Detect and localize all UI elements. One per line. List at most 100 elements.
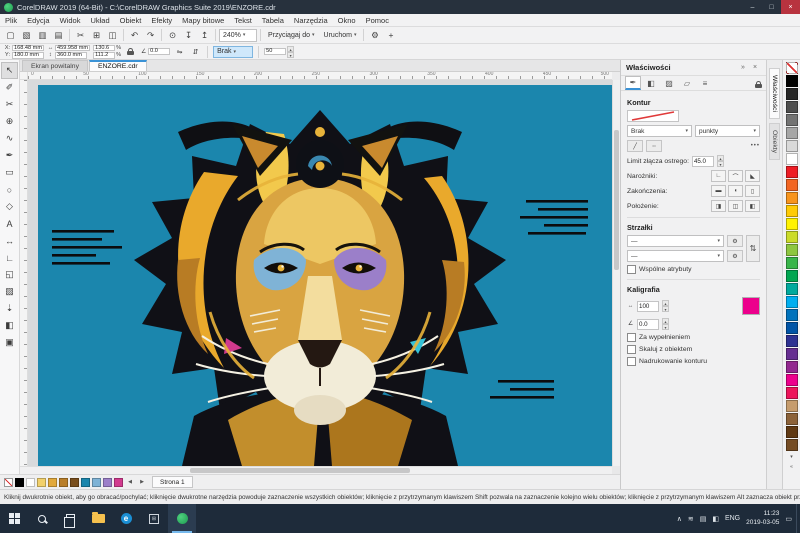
steps-spinner[interactable]: ▴▾ bbox=[287, 46, 294, 58]
battery-icon[interactable]: ◧ bbox=[712, 515, 719, 523]
round-cap-button[interactable]: ◖ bbox=[728, 185, 743, 197]
menu-tabela[interactable]: Tabela bbox=[257, 14, 289, 27]
network-icon[interactable]: ≋ bbox=[688, 515, 694, 523]
document-swatch[interactable] bbox=[103, 478, 112, 487]
palette-swatch[interactable] bbox=[786, 322, 798, 334]
mirror-horizontal-button[interactable]: ⇋ bbox=[173, 45, 186, 58]
miter-limit-field[interactable]: 45.0 bbox=[692, 156, 714, 167]
paste-button[interactable]: ◫ bbox=[105, 28, 120, 43]
canvas-artwork[interactable] bbox=[28, 80, 612, 466]
interactive-fill-tool[interactable]: ◧ bbox=[1, 317, 18, 334]
new-document-button[interactable]: ▢ bbox=[3, 28, 18, 43]
browser-button[interactable]: e bbox=[112, 504, 140, 533]
stretch-field[interactable]: 100 bbox=[637, 301, 659, 312]
tray-expand-button[interactable]: ∧ bbox=[677, 515, 682, 523]
pick-tool[interactable]: ↖ bbox=[1, 62, 18, 79]
open-button[interactable]: ▧ bbox=[19, 28, 34, 43]
drawing-canvas[interactable] bbox=[28, 80, 612, 466]
menu-mapy-bitowe[interactable]: Mapy bitowe bbox=[177, 14, 229, 27]
menu-widok[interactable]: Widok bbox=[55, 14, 86, 27]
search-button[interactable]: ⊙ bbox=[165, 28, 180, 43]
import-button[interactable]: ↧ bbox=[181, 28, 196, 43]
freehand-tool[interactable]: ∿ bbox=[1, 130, 18, 147]
outline-units-combo[interactable]: punkty ▾ bbox=[695, 125, 760, 137]
palette-scroll-down-button[interactable]: ▾ bbox=[786, 452, 798, 462]
coreldraw-taskbar-button[interactable] bbox=[168, 504, 196, 533]
menu-narzedzia[interactable]: Narzędzia bbox=[289, 14, 333, 27]
inside-position-button[interactable]: ◧ bbox=[745, 200, 760, 212]
options-button[interactable]: ⚙ bbox=[367, 28, 382, 43]
ellipse-tool[interactable]: ○ bbox=[1, 181, 18, 198]
document-swatch[interactable] bbox=[70, 478, 79, 487]
palette-swatch[interactable] bbox=[786, 127, 798, 139]
file-explorer-button[interactable] bbox=[84, 504, 112, 533]
outline-width-combo[interactable]: Brak ▾ bbox=[627, 125, 692, 137]
x-position-field[interactable]: 168.48 mm bbox=[12, 45, 44, 52]
launch-combo[interactable]: Uruchom ▾ bbox=[320, 29, 361, 42]
close-button[interactable]: × bbox=[781, 0, 800, 14]
palette-swatch[interactable] bbox=[786, 75, 798, 87]
palette-swatch[interactable] bbox=[786, 205, 798, 217]
volume-icon[interactable]: ▤ bbox=[700, 515, 707, 523]
palette-swatch[interactable] bbox=[786, 335, 798, 347]
task-view-button[interactable] bbox=[56, 504, 84, 533]
palette-swatch[interactable] bbox=[786, 140, 798, 152]
no-color-swatch[interactable] bbox=[4, 478, 13, 487]
lock-ratio-button[interactable] bbox=[124, 45, 137, 58]
parallel-dimension-tool[interactable]: ↔ bbox=[1, 232, 18, 249]
palette-swatch[interactable] bbox=[786, 374, 798, 386]
summary-section-tab[interactable]: ≡ bbox=[697, 76, 713, 90]
steps-field[interactable]: 50 bbox=[264, 48, 286, 55]
copy-button[interactable]: ⊞ bbox=[89, 28, 104, 43]
ruler-origin-corner[interactable] bbox=[20, 72, 28, 80]
share-attributes-checkbox[interactable] bbox=[627, 265, 636, 274]
document-swatch[interactable] bbox=[114, 478, 123, 487]
palette-swatch[interactable] bbox=[786, 309, 798, 321]
properties-docker-tab[interactable]: Właściwości bbox=[769, 68, 780, 119]
zoom-level-combo[interactable]: 240% ▾ bbox=[219, 29, 257, 42]
end-arrowhead-combo[interactable]: — ▾ bbox=[627, 250, 724, 262]
minimize-button[interactable]: – bbox=[743, 0, 762, 14]
mirror-vertical-button[interactable]: ⇵ bbox=[189, 45, 202, 58]
text-tool[interactable]: A bbox=[1, 215, 18, 232]
nib-angle-field[interactable]: 0.0 bbox=[637, 319, 659, 330]
artistic-media-tool[interactable]: ✒ bbox=[1, 147, 18, 164]
extended-cap-button[interactable]: ▯ bbox=[745, 185, 760, 197]
round-corner-button[interactable]: ⌒ bbox=[728, 170, 743, 182]
maximize-button[interactable]: □ bbox=[762, 0, 781, 14]
y-position-field[interactable]: 180.0 mm bbox=[12, 52, 44, 59]
start-arrowhead-combo[interactable]: — ▾ bbox=[627, 235, 724, 247]
palette-swatch[interactable] bbox=[786, 348, 798, 360]
swap-arrowheads-button[interactable]: ⇅ bbox=[746, 235, 760, 262]
palette-swatch[interactable] bbox=[786, 283, 798, 295]
document-swatch[interactable] bbox=[37, 478, 46, 487]
export-button[interactable]: ↥ bbox=[197, 28, 212, 43]
menu-plik[interactable]: Plik bbox=[0, 14, 22, 27]
behind-fill-checkbox[interactable] bbox=[627, 333, 636, 342]
horizontal-scrollbar[interactable] bbox=[20, 466, 612, 474]
previous-page-button[interactable]: ◀ bbox=[125, 477, 135, 488]
outline-width-combo[interactable]: Brak ▾ bbox=[213, 46, 253, 58]
document-swatch[interactable] bbox=[59, 478, 68, 487]
palette-swatch[interactable] bbox=[786, 400, 798, 412]
polygon-tool[interactable]: ◇ bbox=[1, 198, 18, 215]
menu-okno[interactable]: Okno bbox=[333, 14, 361, 27]
no-color-swatch[interactable] bbox=[786, 62, 798, 74]
undo-button[interactable]: ↶ bbox=[127, 28, 142, 43]
object-width-field[interactable]: 459.958 mm bbox=[55, 45, 90, 52]
palette-swatch[interactable] bbox=[786, 296, 798, 308]
palette-swatch[interactable] bbox=[786, 439, 798, 451]
outline-section-tab[interactable]: ✒ bbox=[625, 76, 641, 90]
miter-corner-button[interactable]: ∟ bbox=[711, 170, 726, 182]
docker-close-button[interactable]: × bbox=[749, 64, 761, 71]
nib-angle-spinner[interactable]: ▴▾ bbox=[662, 318, 669, 330]
palette-swatch[interactable] bbox=[786, 114, 798, 126]
fill-section-tab[interactable]: ◧ bbox=[643, 76, 659, 90]
palette-flyout-button[interactable]: « bbox=[786, 462, 798, 472]
shape-tool[interactable]: ✐ bbox=[1, 79, 18, 96]
horizontal-scroll-thumb[interactable] bbox=[190, 468, 410, 473]
next-page-button[interactable]: ▶ bbox=[137, 477, 147, 488]
language-indicator[interactable]: ENG bbox=[725, 515, 740, 522]
palette-swatch[interactable] bbox=[786, 101, 798, 113]
document-swatch[interactable] bbox=[26, 478, 35, 487]
